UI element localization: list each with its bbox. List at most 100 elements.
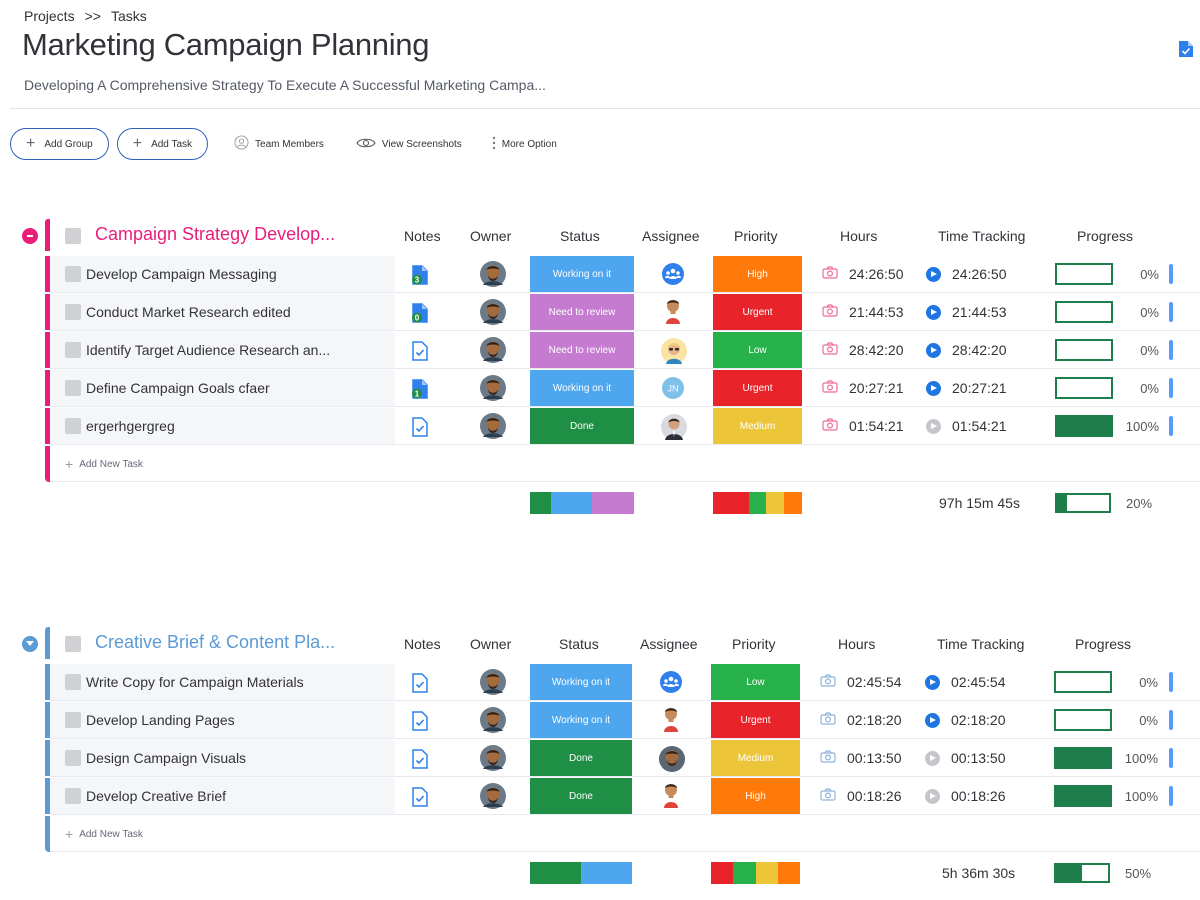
priority-badge[interactable]: Urgent xyxy=(713,370,802,406)
task-checkbox[interactable] xyxy=(65,788,81,804)
status-badge[interactable]: Working on it xyxy=(530,702,632,738)
task-name-cell[interactable]: Develop Creative Brief xyxy=(50,778,395,814)
camera-icon[interactable] xyxy=(820,788,836,804)
play-icon[interactable] xyxy=(925,788,940,804)
group-title[interactable]: Creative Brief & Content Pla... xyxy=(95,632,335,653)
camera-icon[interactable] xyxy=(820,674,836,690)
task-name-cell[interactable]: ergerhgergreg xyxy=(50,408,395,444)
status-badge[interactable]: Working on it xyxy=(530,664,632,700)
more-option-button[interactable]: More Option xyxy=(492,136,557,153)
assignee-avatar[interactable] xyxy=(661,338,687,369)
task-name[interactable]: Identify Target Audience Research an... xyxy=(86,342,330,358)
status-badge[interactable]: Working on it xyxy=(530,370,634,406)
notes-icon[interactable]: 0 xyxy=(411,303,429,328)
notes-icon[interactable] xyxy=(411,711,429,736)
owner-avatar[interactable] xyxy=(480,707,506,738)
assignee-avatar[interactable] xyxy=(659,746,685,777)
task-name[interactable]: ergerhgergreg xyxy=(86,418,175,434)
document-icon[interactable] xyxy=(1178,40,1194,63)
owner-avatar[interactable] xyxy=(480,375,506,406)
task-checkbox[interactable] xyxy=(65,304,81,320)
add-task-button[interactable]: + Add Task xyxy=(116,128,209,160)
team-members-button[interactable]: Team Members xyxy=(234,135,324,153)
play-icon[interactable] xyxy=(926,342,941,358)
play-icon[interactable] xyxy=(925,712,940,728)
collapse-toggle-icon[interactable] xyxy=(22,228,38,244)
owner-avatar[interactable] xyxy=(480,413,506,444)
owner-avatar[interactable] xyxy=(480,669,506,700)
task-name[interactable]: Define Campaign Goals cfaer xyxy=(86,380,270,396)
task-checkbox[interactable] xyxy=(65,380,81,396)
collapse-toggle-icon[interactable] xyxy=(22,636,38,652)
task-name[interactable]: Design Campaign Visuals xyxy=(86,750,246,766)
owner-avatar[interactable] xyxy=(480,337,506,368)
notes-icon[interactable] xyxy=(411,417,429,442)
status-badge[interactable]: Need to review xyxy=(530,294,634,330)
task-name[interactable]: Write Copy for Campaign Materials xyxy=(86,674,304,690)
status-badge[interactable]: Working on it xyxy=(530,256,634,292)
task-name-cell[interactable]: Develop Landing Pages xyxy=(50,702,395,738)
view-screenshots-button[interactable]: View Screenshots xyxy=(356,137,462,152)
add-group-button[interactable]: + Add Group xyxy=(10,128,109,160)
notes-icon[interactable] xyxy=(411,673,429,698)
add-new-task-button[interactable]: + Add New Task xyxy=(65,446,143,482)
task-name[interactable]: Conduct Market Research edited xyxy=(86,304,291,320)
breadcrumb-projects[interactable]: Projects xyxy=(24,8,75,24)
task-name[interactable]: Develop Creative Brief xyxy=(86,788,226,804)
camera-icon[interactable] xyxy=(822,342,838,358)
owner-avatar[interactable] xyxy=(480,299,506,330)
assignee-avatar[interactable]: JN xyxy=(661,376,685,405)
camera-icon[interactable] xyxy=(820,750,836,766)
assignee-avatar[interactable] xyxy=(661,298,685,329)
task-checkbox[interactable] xyxy=(65,750,81,766)
play-icon[interactable] xyxy=(926,418,941,434)
notes-icon[interactable] xyxy=(411,749,429,774)
play-icon[interactable] xyxy=(926,304,941,320)
camera-icon[interactable] xyxy=(822,418,838,434)
notes-icon[interactable]: 1 xyxy=(411,379,429,404)
group-checkbox[interactable] xyxy=(65,228,81,244)
task-checkbox[interactable] xyxy=(65,342,81,358)
status-badge[interactable]: Need to review xyxy=(530,332,634,368)
priority-badge[interactable]: Medium xyxy=(713,408,802,444)
task-name[interactable]: Develop Campaign Messaging xyxy=(86,266,277,282)
play-icon[interactable] xyxy=(926,266,941,282)
priority-badge[interactable]: Low xyxy=(713,332,802,368)
task-checkbox[interactable] xyxy=(65,674,81,690)
assignee-avatar[interactable] xyxy=(659,670,683,699)
play-icon[interactable] xyxy=(926,380,941,396)
status-badge[interactable]: Done xyxy=(530,408,634,444)
priority-badge[interactable]: High xyxy=(711,778,800,814)
notes-icon[interactable] xyxy=(411,341,429,366)
priority-badge[interactable]: Medium xyxy=(711,740,800,776)
assignee-avatar[interactable] xyxy=(659,706,683,737)
owner-avatar[interactable] xyxy=(480,261,506,292)
notes-icon[interactable]: 3 xyxy=(411,265,429,290)
camera-icon[interactable] xyxy=(822,380,838,396)
camera-icon[interactable] xyxy=(822,266,838,282)
task-name-cell[interactable]: Conduct Market Research edited xyxy=(50,294,395,330)
owner-avatar[interactable] xyxy=(480,783,506,814)
status-badge[interactable]: Done xyxy=(530,778,632,814)
priority-badge[interactable]: High xyxy=(713,256,802,292)
task-name-cell[interactable]: Identify Target Audience Research an... xyxy=(50,332,395,368)
assignee-avatar[interactable] xyxy=(661,262,685,291)
task-name-cell[interactable]: Develop Campaign Messaging xyxy=(50,256,395,292)
play-icon[interactable] xyxy=(925,674,940,690)
priority-badge[interactable]: Low xyxy=(711,664,800,700)
group-checkbox[interactable] xyxy=(65,636,81,652)
owner-avatar[interactable] xyxy=(480,745,506,776)
play-icon[interactable] xyxy=(925,750,940,766)
task-name-cell[interactable]: Write Copy for Campaign Materials xyxy=(50,664,395,700)
assignee-avatar[interactable] xyxy=(661,414,687,445)
camera-icon[interactable] xyxy=(820,712,836,728)
breadcrumb-tasks[interactable]: Tasks xyxy=(111,8,147,24)
task-checkbox[interactable] xyxy=(65,712,81,728)
task-name-cell[interactable]: Define Campaign Goals cfaer xyxy=(50,370,395,406)
priority-badge[interactable]: Urgent xyxy=(713,294,802,330)
notes-icon[interactable] xyxy=(411,787,429,812)
task-checkbox[interactable] xyxy=(65,418,81,434)
camera-icon[interactable] xyxy=(822,304,838,320)
task-name-cell[interactable]: Design Campaign Visuals xyxy=(50,740,395,776)
status-badge[interactable]: Done xyxy=(530,740,632,776)
